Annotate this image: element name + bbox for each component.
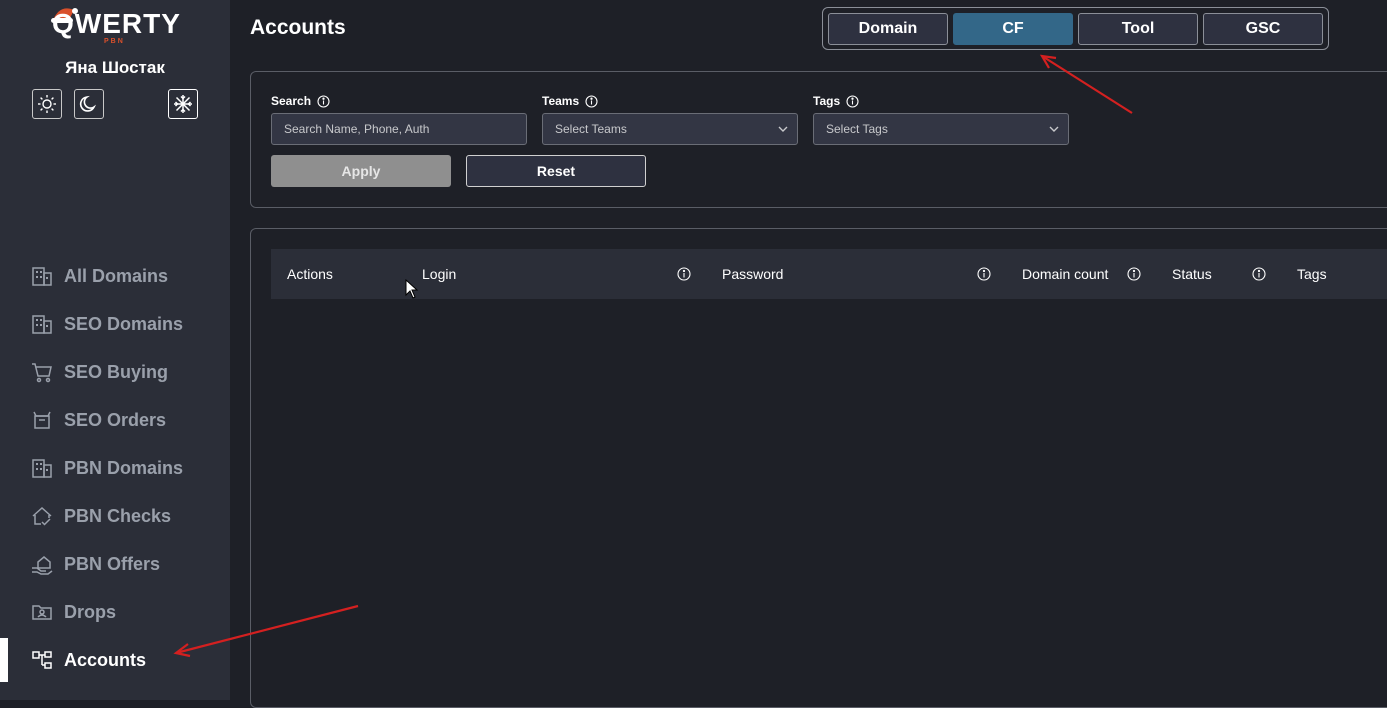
logo-text: QWERTY [52,8,181,39]
accounts-table-panel: Actions Login Password Domain count Stat… [250,228,1387,708]
building-icon [31,265,53,287]
info-icon[interactable] [317,94,330,108]
sidebar-item-pbn-offers[interactable]: PBN Offers [0,540,230,588]
teams-select-value: Select Teams [555,122,627,136]
sun-icon [38,95,56,113]
column-header-actions: Actions [287,266,333,282]
reset-button[interactable]: Reset [466,155,646,187]
column-header-password[interactable]: Password [722,249,783,299]
hierarchy-icon [31,649,53,671]
house-check-icon [31,505,53,527]
box-icon [31,409,53,431]
tab-gsc[interactable]: GSC [1203,13,1323,45]
tab-cf[interactable]: CF [953,13,1073,45]
search-input[interactable]: Search Name, Phone, Auth [271,113,527,145]
tags-select-value: Select Tags [826,122,888,136]
sidebar-item-pbn-checks[interactable]: PBN Checks [0,492,230,540]
info-icon[interactable] [585,94,598,108]
page-title: Accounts [250,16,346,39]
column-header-login[interactable]: Login [422,249,456,299]
table-header: Actions Login Password Domain count Stat… [271,249,1387,299]
chevron-down-icon [1049,126,1059,132]
sidebar-item-seo-orders[interactable]: SEO Orders [0,396,230,444]
dark-theme-button[interactable] [74,89,104,119]
mouse-cursor-icon [405,279,419,299]
cart-icon [31,361,53,383]
info-icon[interactable] [677,267,691,281]
winter-theme-button[interactable] [168,89,198,119]
sidebar-item-label: SEO Domains [64,313,184,334]
account-type-tabs: Domain CF Tool GSC [822,7,1329,50]
tags-label: Tags [813,94,859,108]
search-label-text: Search [271,94,312,108]
tags-select[interactable]: Select Tags [813,113,1069,145]
folder-user-icon [31,601,53,623]
snowflake-icon [174,95,192,113]
sidebar-item-label: All Domains [64,265,169,286]
info-icon[interactable] [846,94,859,108]
sidebar-item-accounts[interactable]: Accounts [0,636,230,684]
tab-domain[interactable]: Domain [828,13,948,45]
light-theme-button[interactable] [32,89,62,119]
sidebar-item-label: Drops [64,601,117,622]
user-name: Яна Шостак [65,58,165,77]
hand-house-icon [31,553,53,575]
tab-tool[interactable]: Tool [1078,13,1198,45]
column-header-domain-count[interactable]: Domain count [1022,249,1108,299]
moon-icon [79,95,97,112]
info-icon[interactable] [1127,267,1141,281]
tags-label-text: Tags [813,94,841,108]
teams-select[interactable]: Select Teams [542,113,798,145]
sidebar-item-seo-domains[interactable]: SEO Domains [0,300,230,348]
sidebar-item-label: PBN Domains [64,457,184,478]
sidebar: QWERTY PBN Яна Шостак All Domains SEO Do… [0,0,230,700]
info-icon[interactable] [977,267,991,281]
teams-label-text: Teams [542,94,580,108]
building-icon [31,457,53,479]
column-header-status[interactable]: Status [1172,249,1212,299]
column-header-tags[interactable]: Tags [1297,249,1327,299]
apply-button[interactable]: Apply [271,155,451,187]
logo-subtitle: PBN [104,38,125,45]
logo[interactable]: QWERTY PBN [51,8,182,50]
chevron-down-icon [778,126,788,132]
sidebar-item-label: Accounts [64,649,147,670]
filter-panel: Search Search Name, Phone, Auth Teams Se… [250,71,1387,208]
info-icon[interactable] [1252,267,1266,281]
sidebar-item-all-domains[interactable]: All Domains [0,252,230,300]
sidebar-item-label: PBN Offers [64,553,161,574]
building-icon [31,313,53,335]
sidebar-item-label: SEO Orders [64,409,167,430]
sidebar-item-label: PBN Checks [64,505,172,526]
sidebar-item-pbn-domains[interactable]: PBN Domains [0,444,230,492]
sidebar-item-drops[interactable]: Drops [0,588,230,636]
sidebar-nav: All Domains SEO Domains SEO Buying SEO O… [0,252,230,684]
sidebar-item-label: SEO Buying [64,361,169,382]
search-label: Search [271,94,330,108]
teams-label: Teams [542,94,598,108]
sidebar-item-seo-buying[interactable]: SEO Buying [0,348,230,396]
